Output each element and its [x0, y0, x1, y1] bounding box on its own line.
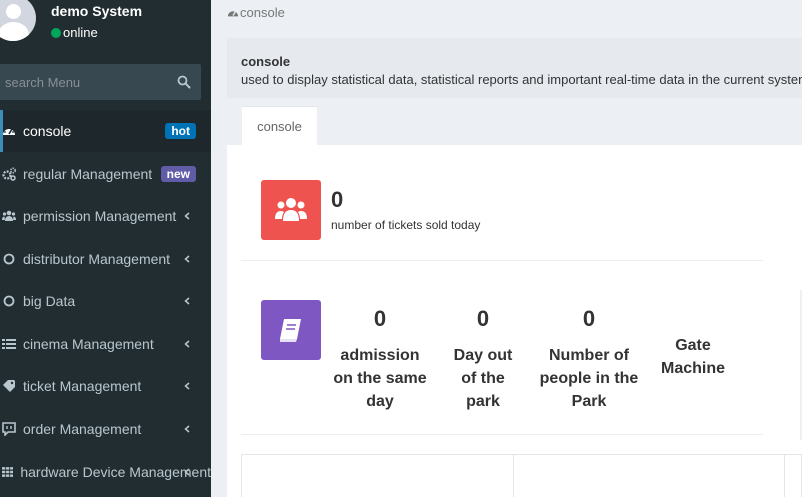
sidebar-item-cinema-management[interactable]: cinema Management	[0, 323, 211, 365]
stat-label-line: people in the	[539, 370, 639, 387]
tab-bar: console	[227, 98, 802, 145]
users-icon	[275, 198, 307, 221]
circle-icon	[3, 295, 15, 307]
breadcrumb: console	[227, 5, 285, 20]
dashboard-icon	[3, 127, 15, 135]
chevron-left-icon	[184, 297, 190, 305]
chevron-left-icon	[184, 255, 190, 263]
status-dot-icon	[51, 27, 61, 38]
sidebar-item-hardware-device-management[interactable]: hardware Device Management	[0, 451, 211, 493]
stat-label-line: day	[366, 393, 394, 410]
user-status-label: online	[63, 25, 98, 40]
divider	[513, 455, 514, 497]
page-header: console used to display statistical data…	[227, 38, 802, 98]
breadcrumb-item[interactable]: console	[240, 5, 285, 20]
sidebar-item-console[interactable]: console hot	[0, 110, 211, 152]
sidebar-item-label: permission Management	[23, 208, 177, 224]
stat-label-line: Number of	[549, 347, 629, 364]
stat-value: 0	[582, 306, 596, 331]
sidebar-item-ticket-management[interactable]: ticket Management	[0, 365, 211, 407]
list-icon	[2, 339, 16, 349]
stat-label: Gate Machine	[652, 334, 734, 380]
bottom-panel-row	[241, 454, 802, 497]
search-input[interactable]	[0, 64, 168, 100]
book-icon	[280, 319, 301, 342]
chat-icon	[2, 422, 16, 436]
tickets-sold-label: number of tickets sold today	[331, 218, 481, 232]
stat-label: Number of people in the Park	[533, 344, 645, 413]
stat-label-line: on the same	[333, 370, 427, 387]
divider	[784, 455, 785, 497]
chevron-left-icon	[184, 212, 190, 220]
sidebar-item-label: order Management	[23, 421, 142, 437]
stat-value: 0	[373, 306, 387, 331]
sidebar-item-label: big Data	[23, 293, 76, 309]
chevron-left-icon	[184, 340, 190, 348]
tickets-sold-value: 0	[331, 187, 344, 212]
sidebar-item-label: ticket Management	[23, 378, 142, 394]
circle-icon	[3, 253, 15, 265]
stat-label-line: admission	[340, 347, 420, 364]
avatar	[0, 0, 36, 41]
park-stat-icon-box	[261, 300, 321, 360]
sidebar-item-label: regular Management	[23, 166, 153, 182]
sidebar-item-permission-management[interactable]: permission Management	[0, 195, 211, 237]
sidebar-item-distributor-management[interactable]: distributor Management	[0, 238, 211, 280]
user-panel: demo System online	[0, 0, 211, 56]
new-badge: new	[160, 166, 196, 182]
sidebar-item-order-management[interactable]: order Management	[0, 408, 211, 450]
grid-icon	[2, 467, 14, 477]
stat-gate-machine: Gate Machine	[652, 334, 734, 380]
stat-label: admission on the same day	[329, 344, 431, 413]
sidebar-item-label: cinema Management	[23, 336, 154, 352]
users-icon	[2, 210, 16, 221]
stat-label-line: Machine	[660, 360, 725, 377]
chevron-left-icon	[184, 382, 190, 390]
divider	[241, 434, 763, 435]
search-bar	[0, 64, 201, 100]
stat-label: Day out of the park	[443, 344, 523, 413]
divider	[241, 260, 763, 261]
stat-value: 0	[476, 306, 490, 331]
stat-people-in-park: 0 Number of people in the Park	[533, 308, 645, 413]
tab-console[interactable]: console	[242, 106, 317, 145]
cogs-icon	[2, 167, 16, 181]
stat-label-line: Day out	[453, 347, 513, 364]
sidebar-item-big-data[interactable]: big Data	[0, 280, 211, 322]
user-name: demo System	[51, 3, 143, 19]
chevron-left-icon	[184, 468, 190, 476]
hot-badge: hot	[165, 123, 196, 139]
stat-label-line: Gate	[675, 337, 711, 354]
search-icon[interactable]	[177, 75, 191, 89]
user-status: online	[51, 25, 98, 40]
stat-label-line: Park	[571, 393, 607, 410]
chevron-left-icon	[184, 425, 190, 433]
tag-icon	[3, 380, 15, 392]
dashboard-icon	[227, 10, 239, 16]
stat-label-line: of the	[461, 370, 505, 387]
sidebar-item-regular-management[interactable]: regular Management new	[0, 153, 211, 195]
page-description: used to display statistical data, statis…	[241, 72, 802, 87]
stat-day-out: 0 Day out of the park	[443, 308, 523, 413]
tickets-stat-icon-box	[261, 180, 321, 240]
sidebar: demo System online console hot regular M…	[0, 0, 211, 497]
stat-admission: 0 admission on the same day	[329, 308, 431, 413]
sidebar-item-label: distributor Management	[23, 251, 171, 267]
sidebar-item-label: console	[23, 123, 72, 139]
stat-label-line: park	[466, 393, 500, 410]
page-title: console	[241, 54, 291, 69]
